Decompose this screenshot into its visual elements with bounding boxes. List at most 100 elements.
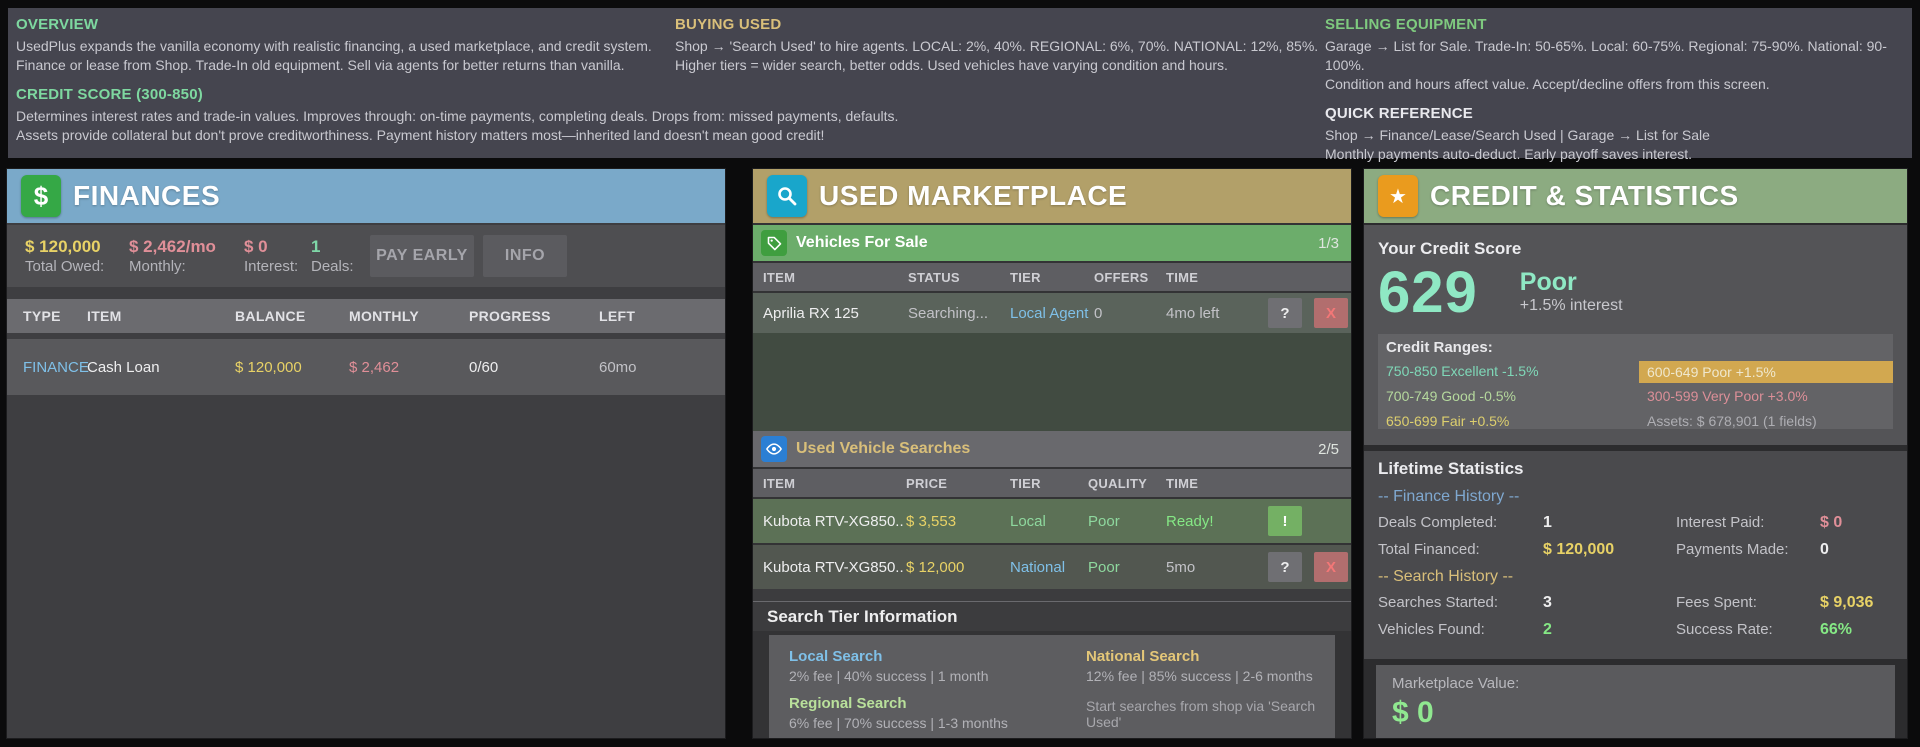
deals-value: 1: [311, 237, 370, 257]
star-icon: ★: [1378, 175, 1418, 217]
credit-panel: ★ CREDIT & STATISTICS Your Credit Score …: [1363, 168, 1908, 739]
finances-title: FINANCES: [73, 180, 220, 212]
finances-panel: $ FINANCES $ 120,000 Total Owed: $ 2,462…: [6, 168, 726, 739]
row-price: $ 3,553: [906, 513, 1010, 530]
col-header-monthly: MONTHLY: [349, 308, 469, 324]
fees-spent-label: Fees Spent:: [1676, 594, 1820, 612]
row-time: 5mo: [1166, 559, 1268, 576]
usedplus-screen: OVERVIEW UsedPlus expands the vanilla ec…: [0, 0, 1920, 747]
total-financed-value: $ 120,000: [1543, 541, 1676, 559]
search-row-pending[interactable]: Kubota RTV-XG850.. $ 12,000 National Poo…: [753, 545, 1351, 589]
help-title-buying-used: BUYING USED: [675, 16, 1318, 33]
row-tier: Local: [1010, 513, 1088, 530]
vehicle-sale-row[interactable]: Aprilia RX 125 Searching... Local Agent …: [753, 293, 1351, 333]
regional-search-desc: 6% fee | 70% success | 1-3 months: [789, 715, 1086, 731]
marketplace-header: USED MARKETPLACE: [753, 169, 1351, 223]
help-bar: OVERVIEW UsedPlus expands the vanilla ec…: [8, 8, 1912, 158]
help-text: Shop → 'Search Used' to hire agents. LOC…: [675, 37, 1318, 56]
col-header-time: TIME: [1166, 270, 1268, 285]
help-text: Garage → List for Sale. Trade-In: 50-65%…: [1325, 37, 1912, 75]
col-header-left: LEFT: [599, 308, 725, 324]
searches-started-value: 3: [1543, 594, 1676, 612]
col-header-tier: TIER: [1010, 476, 1088, 491]
regional-search-name: Regional Search: [789, 695, 1086, 712]
total-owed-value: $ 120,000: [25, 237, 129, 257]
eye-icon: [761, 436, 787, 462]
deals-completed-label: Deals Completed:: [1378, 514, 1543, 532]
row-time: Ready!: [1166, 513, 1268, 530]
credit-interest-modifier: +1.5% interest: [1520, 297, 1623, 315]
interest-paid-label: Interest Paid:: [1676, 514, 1820, 532]
credit-ranges-right: 600-649 Poor +1.5% 300-599 Very Poor +3.…: [1639, 359, 1893, 434]
row-item: Kubota RTV-XG850..: [763, 559, 906, 576]
credit-ranges-label: Credit Ranges:: [1386, 339, 1893, 356]
vehicles-for-sale-count: 1/3: [1318, 235, 1339, 252]
dollar-icon: $: [21, 175, 61, 217]
help-button[interactable]: ?: [1268, 298, 1302, 328]
used-searches-bar: Used Vehicle Searches 2/5: [753, 431, 1351, 467]
total-financed-label: Total Financed:: [1378, 541, 1543, 559]
help-section-buying-used: BUYING USED Shop → 'Search Used' to hire…: [675, 16, 1318, 75]
row-progress: 0/60: [469, 359, 599, 376]
search-history-grid: Searches Started: 3 Fees Spent: $ 9,036 …: [1378, 594, 1893, 639]
row-price: $ 12,000: [906, 559, 1010, 576]
help-column-middle: BUYING USED Shop → 'Search Used' to hire…: [675, 16, 1318, 86]
deals-completed-value: 1: [1543, 514, 1676, 532]
national-search-desc: 12% fee | 85% success | 2-6 months: [1086, 668, 1335, 684]
search-history-label: -- Search History --: [1378, 568, 1893, 586]
national-search-name: National Search: [1086, 648, 1335, 665]
info-button[interactable]: INFO: [483, 235, 567, 277]
tier-info-note: Start searches from shop via 'Search Use…: [1086, 698, 1335, 730]
help-column-right: SELLING EQUIPMENT Garage → List for Sale…: [1325, 16, 1912, 175]
interest-value: $ 0: [244, 237, 311, 257]
credit-header: ★ CREDIT & STATISTICS: [1364, 169, 1907, 223]
help-text: Monthly payments auto-deduct. Early payo…: [1325, 145, 1912, 164]
col-header-status: STATUS: [908, 270, 1010, 285]
credit-score-label: Your Credit Score: [1378, 239, 1893, 259]
help-text: Determines interest rates and trade-in v…: [16, 107, 898, 126]
assets-value: Assets: $ 678,901 (1 fields): [1639, 409, 1893, 434]
help-text: Higher tiers = wider search, better odds…: [675, 56, 1318, 75]
row-type: FINANCE: [23, 359, 87, 376]
deals-label: Deals:: [311, 257, 370, 276]
credit-title: CREDIT & STATISTICS: [1430, 180, 1739, 212]
marketplace-value-box: Marketplace Value: $ 0: [1376, 665, 1895, 739]
search-row-ready[interactable]: Kubota RTV-XG850.. $ 3,553 Local Poor Re…: [753, 499, 1351, 543]
row-quality: Poor: [1088, 559, 1166, 576]
local-search-name: Local Search: [789, 648, 1086, 665]
vehicles-for-sale-bar: Vehicles For Sale 1/3: [753, 225, 1351, 261]
help-section-selling-equipment: SELLING EQUIPMENT Garage → List for Sale…: [1325, 16, 1912, 94]
vehicles-for-sale-title: Vehicles For Sale: [796, 234, 1318, 252]
credit-rating-block: Poor +1.5% interest: [1520, 261, 1623, 325]
tier-info-title: Search Tier Information: [753, 601, 1351, 631]
finances-header: $ FINANCES: [7, 169, 725, 223]
help-text: Assets provide collateral but don't prov…: [16, 126, 898, 145]
help-section-quick-reference: QUICK REFERENCE Shop → Finance/Lease/Sea…: [1325, 105, 1912, 164]
pay-early-button[interactable]: PAY EARLY: [370, 235, 474, 277]
help-button[interactable]: ?: [1268, 552, 1302, 582]
marketplace-value-amount: $ 0: [1392, 696, 1879, 730]
payments-made-label: Payments Made:: [1676, 541, 1820, 559]
col-header-progress: PROGRESS: [469, 308, 599, 324]
range-excellent: 750-850 Excellent -1.5%: [1386, 359, 1539, 384]
tier-info-right-column: National Search 12% fee | 85% success | …: [1086, 648, 1335, 739]
row-tier: Local Agent: [1010, 305, 1094, 322]
help-text: Condition and hours affect value. Accept…: [1325, 75, 1912, 94]
col-header-offers: OFFERS: [1094, 270, 1166, 285]
row-balance: $ 120,000: [235, 359, 349, 376]
row-tier: National: [1010, 559, 1088, 576]
help-title-credit-score: CREDIT SCORE (300-850): [16, 86, 898, 103]
finance-table-row[interactable]: FINANCE Cash Loan $ 120,000 $ 2,462 0/60…: [7, 339, 725, 395]
finance-history-grid: Deals Completed: 1 Interest Paid: $ 0 To…: [1378, 514, 1893, 559]
credit-score-value: 629: [1378, 261, 1478, 325]
help-title-selling-equipment: SELLING EQUIPMENT: [1325, 16, 1912, 33]
cancel-button[interactable]: X: [1314, 552, 1348, 582]
cancel-button[interactable]: X: [1314, 298, 1348, 328]
range-very-poor: 300-599 Very Poor +3.0%: [1639, 384, 1893, 409]
col-header-balance: BALANCE: [235, 308, 349, 324]
finance-history-label: -- Finance History --: [1378, 488, 1893, 506]
claim-button[interactable]: !: [1268, 506, 1302, 536]
payments-made-value: 0: [1820, 541, 1893, 559]
credit-ranges-box: Credit Ranges: 750-850 Excellent -1.5% 7…: [1378, 334, 1893, 429]
range-good: 700-749 Good -0.5%: [1386, 384, 1539, 409]
